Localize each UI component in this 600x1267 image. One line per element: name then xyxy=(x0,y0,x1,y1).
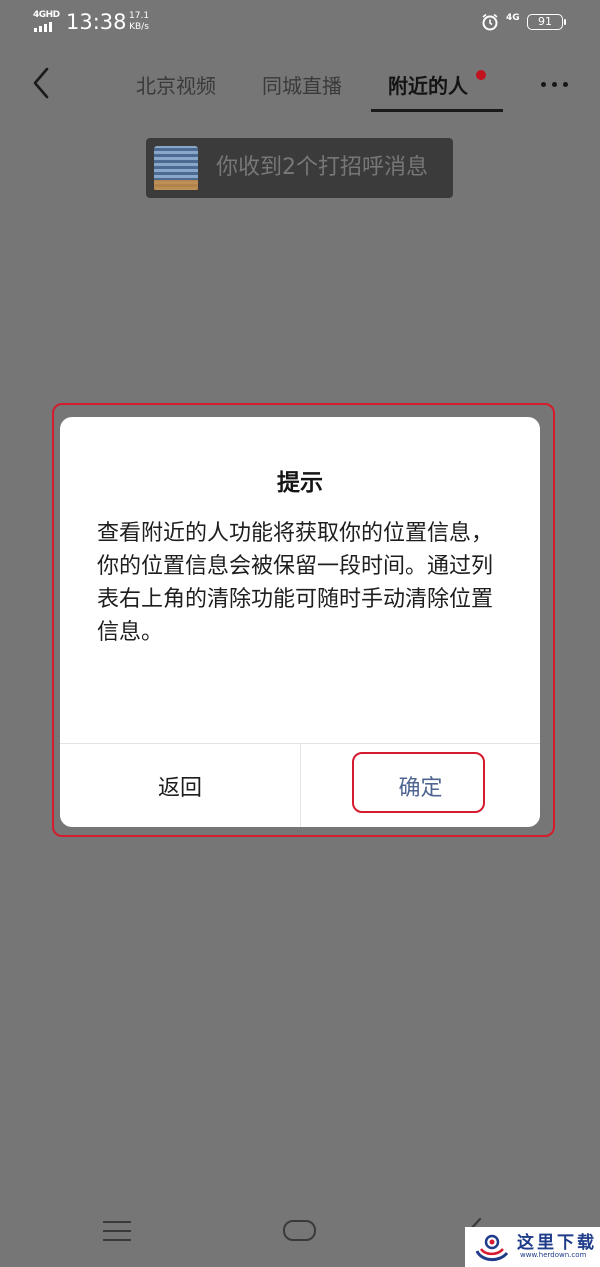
tab-city-live[interactable]: 同城直播 xyxy=(262,70,342,99)
more-icon[interactable] xyxy=(541,82,568,87)
confirm-highlight-outline xyxy=(352,752,485,813)
dialog-title: 提示 xyxy=(277,470,323,496)
watermark-logo-icon xyxy=(475,1234,509,1261)
battery-icon: 91 xyxy=(527,14,566,30)
greeting-thumbnail xyxy=(154,146,198,190)
battery-level: 91 xyxy=(538,15,552,28)
home-icon[interactable] xyxy=(283,1220,316,1241)
speed-value: 17.1 xyxy=(129,11,150,21)
watermark-text: 这里下载 xyxy=(517,1233,597,1253)
watermark-url: www.herdown.com xyxy=(520,1251,587,1259)
status-time: 13:38 xyxy=(66,10,127,34)
back-arrow-icon[interactable] xyxy=(30,66,54,100)
greeting-notification[interactable]: 你收到2个打招呼消息 xyxy=(146,138,453,198)
active-tab-indicator xyxy=(371,109,503,112)
watermark: 这里下载 www.herdown.com xyxy=(465,1227,600,1267)
tab-nearby-people[interactable]: 附近的人 xyxy=(388,70,468,99)
dialog-message: 查看附近的人功能将获取你的位置信息，你的位置信息会被保留一段时间。通过列表右上角… xyxy=(97,521,494,645)
tab-beijing-video[interactable]: 北京视频 xyxy=(136,70,216,99)
alarm-icon xyxy=(482,13,498,31)
signal-icon: 4GHD xyxy=(33,10,60,34)
network-type-right: 4G xyxy=(506,13,520,23)
network-type: 4GHD xyxy=(33,10,60,20)
network-speed: 17.1 KB/s xyxy=(129,11,149,33)
status-bar: 4GHD 13:38 17.1 KB/s 4G 91 xyxy=(0,0,600,48)
speed-unit: KB/s xyxy=(129,22,149,32)
greeting-text: 你收到2个打招呼消息 xyxy=(216,155,428,180)
tab-notification-dot xyxy=(476,70,486,80)
dialog-back-button[interactable]: 返回 xyxy=(60,744,300,827)
menu-icon[interactable] xyxy=(103,1221,131,1248)
